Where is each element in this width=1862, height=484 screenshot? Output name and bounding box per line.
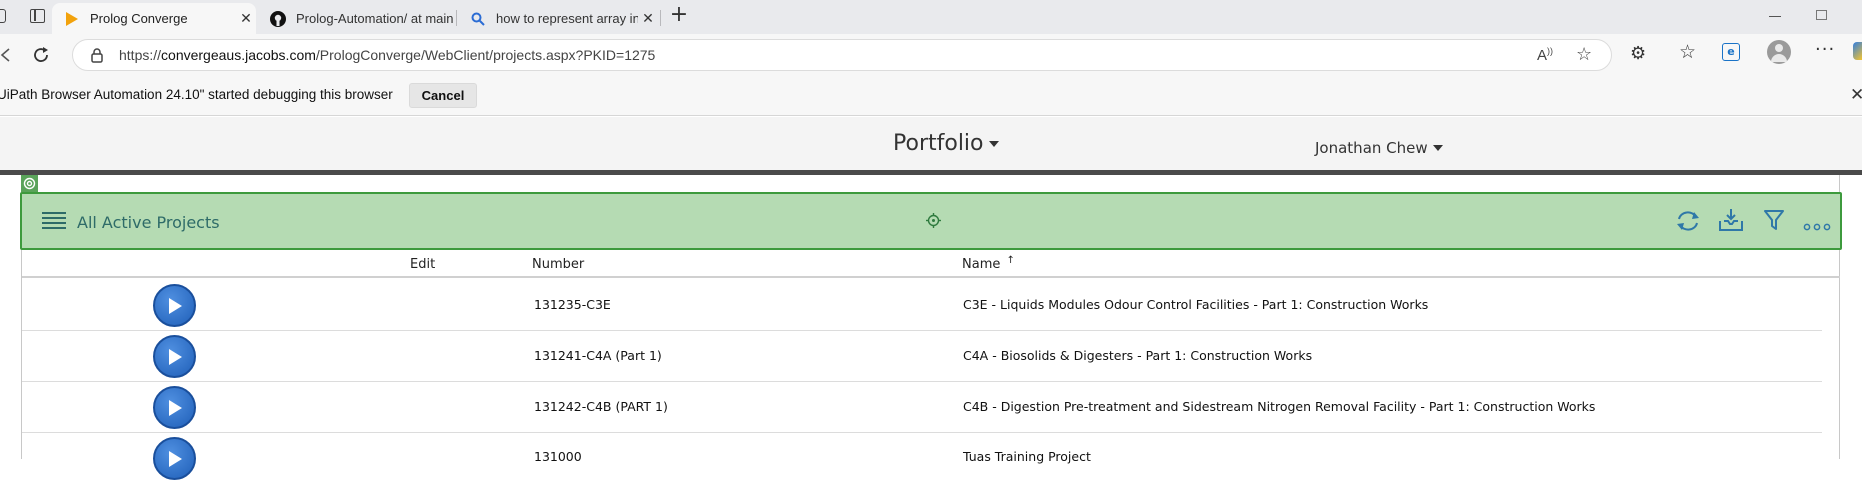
more-menu-icon[interactable]: ··· xyxy=(1815,39,1835,60)
more-options-icon[interactable] xyxy=(1803,216,1831,235)
table-row[interactable]: 131241-C4A (Part 1) C4A - Biosolids & Di… xyxy=(22,331,1822,382)
close-tab-icon[interactable]: ✕ xyxy=(236,10,256,27)
restore-icon[interactable] xyxy=(1816,10,1827,20)
chevron-down-icon xyxy=(1432,145,1443,151)
tab-github[interactable]: Prolog-Automation/ at main · Jon xyxy=(258,3,454,34)
tab-search[interactable]: how to represent array in vb.net - ✕ xyxy=(458,3,658,34)
project-number: 131241-C4A (Part 1) xyxy=(534,348,662,363)
cancel-debugging-button[interactable]: Cancel xyxy=(409,83,477,108)
url-prefix: https:// xyxy=(119,47,162,63)
address-bar[interactable]: https://convergeaus.jacobs.com/PrologCon… xyxy=(72,39,1612,71)
crosshair-icon xyxy=(926,213,941,232)
sort-ascending-icon: ↑ xyxy=(1006,255,1015,266)
project-name: Tuas Training Project xyxy=(963,449,1091,464)
export-icon[interactable] xyxy=(1718,207,1744,237)
back-icon[interactable] xyxy=(0,42,10,68)
portfolio-label: Portfolio xyxy=(893,131,984,156)
tab-title: how to represent array in vb.net - xyxy=(496,11,638,26)
user-menu[interactable]: Jonathan Chew xyxy=(1315,139,1443,157)
refresh-grid-icon[interactable] xyxy=(1675,209,1701,237)
open-project-play-icon[interactable] xyxy=(153,284,196,327)
column-header-name[interactable]: Name ↑ xyxy=(962,255,1015,272)
new-tab-icon[interactable]: + xyxy=(668,4,690,26)
hamburger-menu-icon[interactable] xyxy=(42,212,66,229)
target-selector-icon[interactable] xyxy=(21,175,38,192)
column-header-edit[interactable]: Edit xyxy=(410,257,435,272)
favorite-star-icon[interactable]: ☆ xyxy=(1576,44,1592,65)
refresh-icon[interactable] xyxy=(28,42,54,68)
tab-divider xyxy=(456,10,457,26)
close-infobar-icon[interactable]: ✕ xyxy=(1850,85,1862,105)
search-icon xyxy=(470,11,486,27)
open-project-play-icon[interactable] xyxy=(153,335,196,378)
tab-actions-icon[interactable] xyxy=(30,9,45,23)
site-info-icon[interactable] xyxy=(89,47,105,67)
project-name: C3E - Liquids Modules Odour Control Faci… xyxy=(963,297,1429,312)
table-row[interactable]: 131235-C3E C3E - Liquids Modules Odour C… xyxy=(22,280,1822,331)
debugging-infobar: UiPath Browser Automation 24.10" started… xyxy=(0,76,1862,116)
read-aloud-icon[interactable]: A)) xyxy=(1537,46,1553,64)
app-header: Portfolio Jonathan Chew xyxy=(0,117,1862,170)
open-project-play-icon[interactable] xyxy=(153,386,196,429)
workspaces-icon[interactable] xyxy=(0,9,6,23)
column-header-row: Edit Number Name ↑ xyxy=(22,251,1840,278)
chevron-down-icon xyxy=(988,140,999,147)
browser-tab-strip: Prolog Converge ✕ Prolog-Automation/ at … xyxy=(0,0,1862,34)
panel-title: All Active Projects xyxy=(77,213,220,232)
close-tab-icon[interactable]: ✕ xyxy=(638,10,658,27)
favorites-icon[interactable]: ☆ xyxy=(1679,41,1696,63)
project-number: 131242-C4B (PART 1) xyxy=(534,399,668,414)
url-text: https://convergeaus.jacobs.com/PrologCon… xyxy=(119,47,655,63)
tab-title: Prolog-Automation/ at main · Jon xyxy=(296,11,454,26)
table-row[interactable]: 131242-C4B (PART 1) C4B - Digestion Pre-… xyxy=(22,382,1822,433)
portfolio-menu[interactable]: Portfolio xyxy=(893,131,999,156)
debug-message: UiPath Browser Automation 24.10" started… xyxy=(0,87,393,102)
browser-essentials-icon[interactable]: e xyxy=(1722,43,1740,61)
github-icon xyxy=(270,10,286,27)
column-header-name-label: Name xyxy=(962,257,1001,272)
project-name: C4B - Digestion Pre-treatment and Sidest… xyxy=(963,399,1596,414)
url-path: /PrologConverge/WebClient/projects.aspx?… xyxy=(315,47,656,63)
copilot-icon[interactable] xyxy=(1853,42,1862,60)
extensions-icon[interactable]: ⚙ xyxy=(1630,43,1646,64)
profile-avatar-icon[interactable] xyxy=(1767,40,1791,64)
tab-prolog-converge[interactable]: Prolog Converge ✕ xyxy=(52,3,256,34)
grid-header-bar: All Active Projects xyxy=(20,192,1842,250)
minimize-icon[interactable] xyxy=(1769,16,1781,17)
tab-divider xyxy=(660,10,661,26)
project-number: 131235-C3E xyxy=(534,297,611,312)
filter-icon[interactable] xyxy=(1763,209,1785,235)
column-header-number[interactable]: Number xyxy=(532,257,584,272)
tab-title: Prolog Converge xyxy=(90,11,188,26)
prolog-play-icon xyxy=(64,11,80,27)
address-toolbar: https://convergeaus.jacobs.com/PrologCon… xyxy=(0,34,1862,76)
project-name: C4A - Biosolids & Digesters - Part 1: Co… xyxy=(963,348,1313,363)
url-domain: convergeaus.jacobs.com xyxy=(161,47,316,63)
project-number: 131000 xyxy=(534,449,582,464)
user-name: Jonathan Chew xyxy=(1315,139,1428,157)
